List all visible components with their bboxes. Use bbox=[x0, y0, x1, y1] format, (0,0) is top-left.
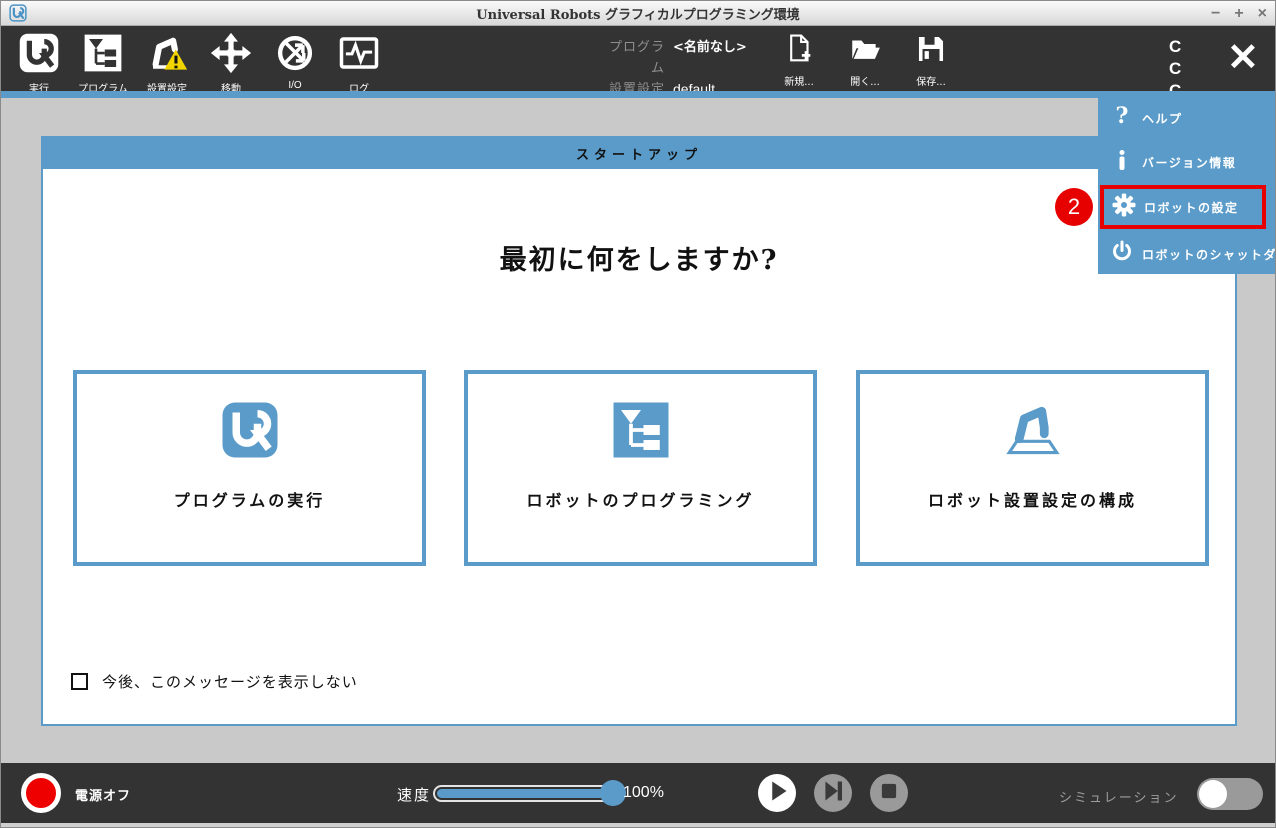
tab-run[interactable]: 実行 bbox=[7, 26, 71, 91]
menu-item-help[interactable]: ? ヘルプ bbox=[1098, 99, 1276, 137]
card-label: ロボット設置設定の構成 bbox=[928, 487, 1137, 511]
menu-item-label: ロボットのシャットダウ bbox=[1142, 246, 1276, 263]
step-button[interactable] bbox=[814, 774, 852, 812]
tab-label: I/O bbox=[288, 80, 301, 91]
save-button-label: 保存... bbox=[916, 73, 946, 88]
open-button-label: 開く... bbox=[850, 73, 880, 88]
robot-arm-icon bbox=[1003, 374, 1063, 465]
startup-panel-header: スタートアップ bbox=[43, 138, 1235, 169]
ur-logo-icon bbox=[9, 4, 27, 27]
close-button[interactable]: × bbox=[1258, 1, 1267, 26]
tab-program[interactable]: プログラム bbox=[71, 26, 135, 91]
save-button[interactable]: 保存... bbox=[905, 32, 957, 88]
configure-installation-card[interactable]: ロボット設置設定の構成 bbox=[856, 370, 1209, 566]
ur-logo-icon bbox=[18, 32, 60, 79]
stop-button[interactable] bbox=[870, 774, 908, 812]
info-icon bbox=[1110, 148, 1134, 177]
menu-item-robot-settings[interactable]: ロボットの設定 bbox=[1100, 185, 1266, 229]
main-toolbar: 実行 プログラム bbox=[1, 26, 1275, 91]
tab-installation[interactable]: 設置設定 bbox=[135, 26, 199, 91]
svg-text:?: ? bbox=[1116, 104, 1129, 128]
startup-panel: スタートアップ 最初に何をしますか? プログラムの実行 bbox=[41, 136, 1237, 726]
hamburger-dropdown-menu: ? ヘルプ バージョン情報 bbox=[1098, 91, 1276, 274]
program-label: プログラム bbox=[599, 37, 665, 79]
step-2-badge: 2 bbox=[1055, 188, 1093, 226]
card-label: ロボットのプログラミング bbox=[526, 487, 754, 511]
menu-item-label: ロボットの設定 bbox=[1144, 199, 1239, 216]
speed-value: 100% bbox=[623, 784, 664, 802]
help-question-icon: ? bbox=[1110, 104, 1134, 133]
new-file-icon bbox=[782, 32, 816, 71]
step-forward-icon bbox=[814, 772, 852, 815]
menu-item-label: バージョン情報 bbox=[1142, 154, 1236, 171]
accent-strip bbox=[1, 91, 1275, 98]
program-tree-icon bbox=[611, 374, 671, 465]
open-folder-icon bbox=[848, 32, 882, 71]
power-icon bbox=[1110, 240, 1134, 269]
play-icon bbox=[758, 772, 796, 815]
log-pulse-icon bbox=[338, 32, 380, 79]
simulation-label: シミュレーション bbox=[1059, 787, 1178, 806]
cc-row[interactable]: C C bbox=[1169, 36, 1225, 80]
stop-icon bbox=[870, 772, 908, 815]
menu-close-button[interactable]: ✕ bbox=[1227, 34, 1259, 82]
new-button[interactable]: 新規... bbox=[773, 32, 825, 88]
program-robot-card[interactable]: ロボットのプログラミング bbox=[464, 370, 817, 566]
move-arrows-icon bbox=[210, 32, 252, 79]
play-button[interactable] bbox=[758, 774, 796, 812]
open-button[interactable]: 開く... bbox=[839, 32, 891, 88]
toggle-knob bbox=[1199, 780, 1227, 808]
startup-heading: 最初に何をしますか? bbox=[43, 238, 1235, 277]
save-disk-icon bbox=[914, 32, 948, 71]
dont-show-again-checkbox[interactable] bbox=[71, 673, 88, 690]
window-bottom-edge bbox=[1, 823, 1275, 828]
simulation-toggle[interactable] bbox=[1197, 778, 1263, 810]
power-status-button[interactable] bbox=[21, 773, 61, 813]
ur-logo-icon bbox=[220, 374, 280, 465]
card-label: プログラムの実行 bbox=[174, 487, 326, 511]
app-window: Universal Robots グラフィカルプログラミング環境 − + × 実… bbox=[0, 0, 1276, 828]
program-name-value: <名前なし> bbox=[673, 37, 747, 79]
io-arrows-icon bbox=[274, 32, 316, 79]
program-tree-icon bbox=[82, 32, 124, 79]
menu-item-shutdown[interactable]: ロボットのシャットダウ bbox=[1098, 235, 1276, 273]
tab-io[interactable]: I/O bbox=[263, 26, 327, 91]
window-title: Universal Robots グラフィカルプログラミング環境 bbox=[1, 4, 1275, 23]
tab-move[interactable]: 移動 bbox=[199, 26, 263, 91]
robot-arm-warning-icon bbox=[146, 32, 188, 79]
bottom-bar: 電源オフ 速度 100% シミュレーション bbox=[1, 763, 1275, 823]
speed-label: 速度 bbox=[397, 784, 431, 805]
menu-item-version-info[interactable]: バージョン情報 bbox=[1098, 143, 1276, 181]
dont-show-again-label: 今後、このメッセージを表示しない bbox=[102, 671, 358, 692]
run-program-card[interactable]: プログラムの実行 bbox=[73, 370, 426, 566]
tab-log[interactable]: ログ bbox=[327, 26, 391, 91]
maximize-button[interactable]: + bbox=[1234, 1, 1243, 26]
gear-icon bbox=[1112, 193, 1136, 222]
speed-slider-fill bbox=[437, 789, 615, 798]
title-bar: Universal Robots グラフィカルプログラミング環境 − + × bbox=[1, 1, 1275, 26]
new-button-label: 新規... bbox=[784, 73, 814, 88]
menu-item-label: ヘルプ bbox=[1142, 110, 1183, 127]
speed-slider[interactable] bbox=[433, 785, 619, 802]
power-status-label: 電源オフ bbox=[75, 785, 131, 804]
minimize-button[interactable]: − bbox=[1211, 1, 1220, 26]
